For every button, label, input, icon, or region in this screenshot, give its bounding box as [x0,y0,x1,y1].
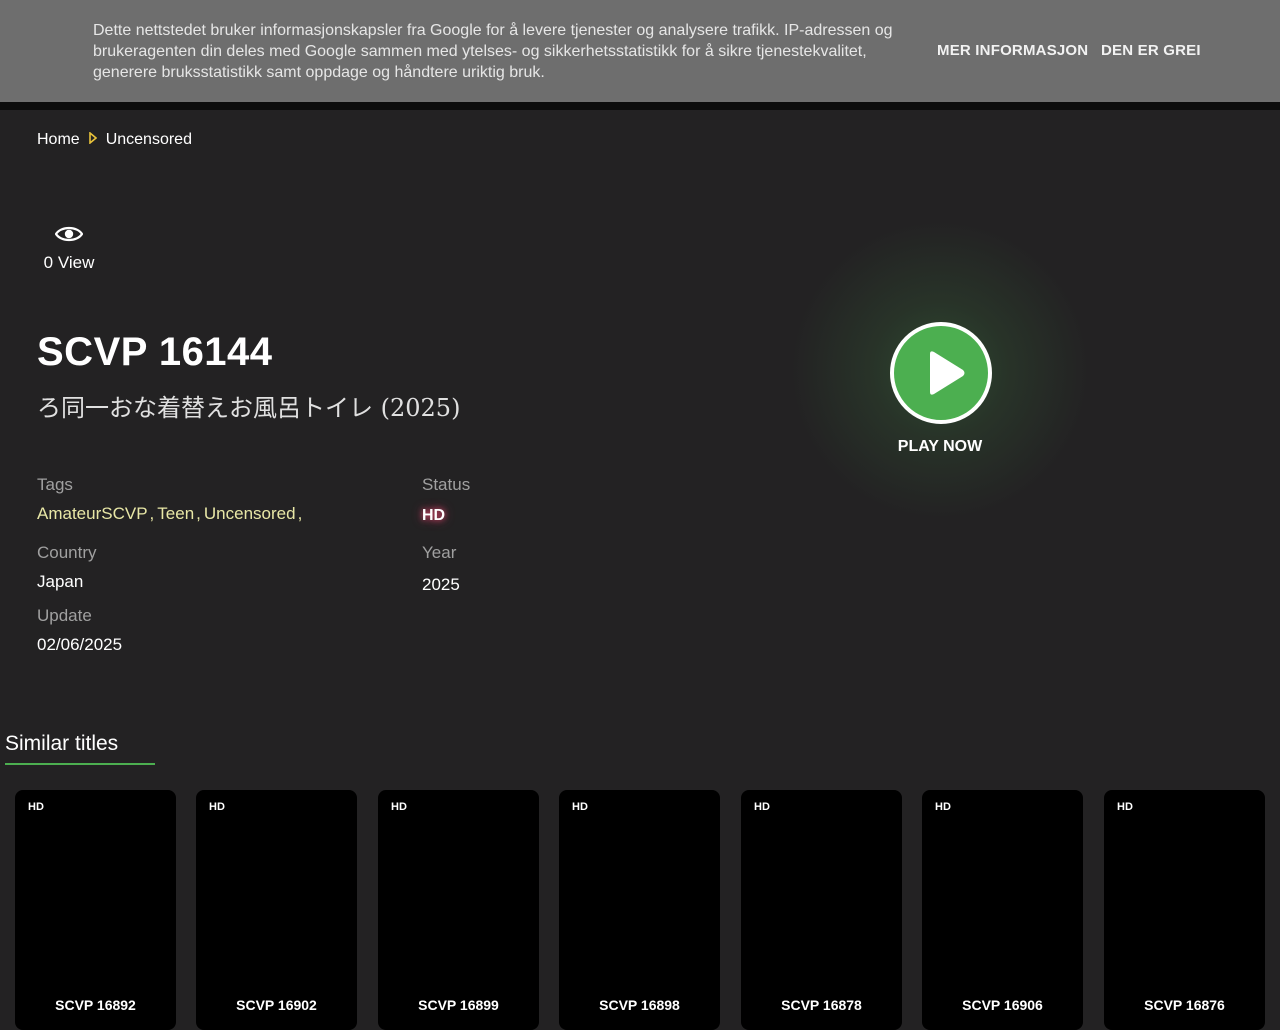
cookie-text: Dette nettstedet bruker informasjonskaps… [93,22,893,81]
play-button[interactable] [890,322,992,424]
similar-card[interactable]: HD SCVP 16892 [15,790,176,1030]
tag-separator: , [196,504,201,523]
quality-badge: HD [209,801,225,813]
more-info-button[interactable]: MER INFORMASJON [937,42,1088,59]
cookie-banner: Dette nettstedet bruker informasjonskaps… [0,0,1280,102]
card-title[interactable]: SCVP 16906 [922,997,1083,1013]
similar-card[interactable]: HD SCVP 16899 [378,790,539,1030]
breadcrumb-current[interactable]: Uncensored [106,131,192,149]
quality-badge: HD [935,801,951,813]
card-title[interactable]: SCVP 16892 [15,997,176,1013]
header-bar [0,102,1280,110]
status-badge: HD [422,507,446,524]
view-counter: 0 View [42,224,96,273]
chevron-right-icon [88,131,97,149]
quality-badge: HD [391,801,407,813]
page-title: SCVP 16144 [37,330,273,374]
quality-badge: HD [754,801,770,813]
accept-cookies-button[interactable]: DEN ER GREI [1101,42,1201,59]
page-subtitle: ろ同一おな着替えお風呂トイレ (2025) [37,394,461,422]
tag-link[interactable]: Teen [157,504,194,523]
update-value: 02/06/2025 [37,635,123,654]
card-title[interactable]: SCVP 16899 [378,997,539,1013]
country-label: Country [37,543,97,562]
update-label: Update [37,606,92,625]
view-count: 0 View [43,253,95,272]
quality-badge: HD [28,801,44,813]
tag-separator: , [149,504,155,523]
heading-underline [5,763,155,765]
status-label: Status [422,475,471,494]
breadcrumb-home[interactable]: Home [37,131,80,149]
card-title[interactable]: SCVP 16878 [741,997,902,1013]
quality-badge: HD [572,801,588,813]
tag-link[interactable]: AmateurSCVP [37,504,148,523]
country-value: Japan [37,572,84,591]
breadcrumb: Home Uncensored [37,131,192,149]
similar-titles-heading: Similar titles [5,732,119,755]
tags-label: Tags [37,475,73,494]
eye-icon [42,224,96,249]
similar-card[interactable]: HD SCVP 16906 [922,790,1083,1030]
card-title[interactable]: SCVP 16876 [1104,997,1265,1013]
similar-card[interactable]: HD SCVP 16876 [1104,790,1265,1030]
year-value: 2025 [422,575,460,594]
similar-card[interactable]: HD SCVP 16902 [196,790,357,1030]
play-now-label[interactable]: PLAY NOW [880,438,1000,456]
card-title[interactable]: SCVP 16898 [559,997,720,1013]
year-label: Year [422,543,457,562]
similar-card[interactable]: HD SCVP 16878 [741,790,902,1030]
tag-link[interactable]: Uncensored [204,504,296,523]
tag-separator: , [297,504,303,523]
card-title[interactable]: SCVP 16902 [196,997,357,1013]
play-icon [930,351,965,395]
quality-badge: HD [1117,801,1133,813]
tag-list: AmateurSCVP, Teen, Uncensored, [37,504,305,524]
similar-card[interactable]: HD SCVP 16898 [559,790,720,1030]
